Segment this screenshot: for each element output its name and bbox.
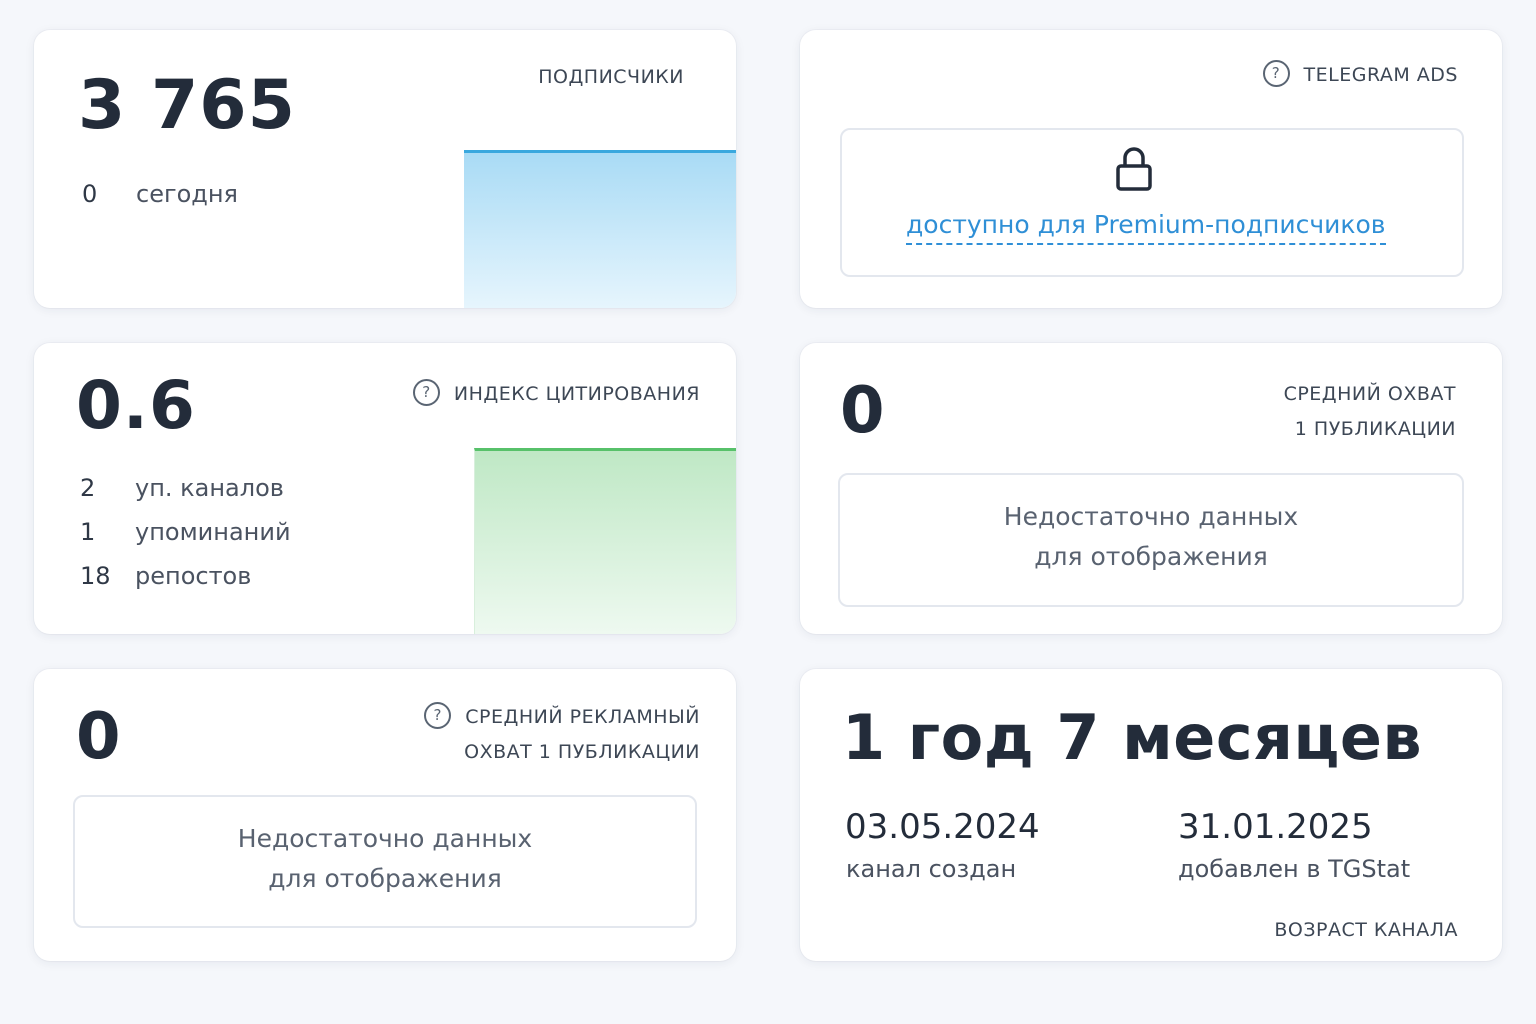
avg-reach-caption: СРЕДНИЙ ОХВАТ 1 ПУБЛИКАЦИИ [1284,377,1456,447]
subscribers-chart [464,150,736,308]
lock-icon [1116,147,1152,191]
citation-caption: ? ИНДЕКС ЦИТИРОВАНИЯ [412,377,700,412]
telegram-ads-caption: ? TELEGRAM ADS [1262,58,1458,93]
citation-value: 0.6 [76,367,196,444]
no-data-text: Недостаточно данных [237,824,533,853]
subscribers-card[interactable]: 3 765 ПОДПИСЧИКИ 0 сегодня [34,30,736,308]
subscribers-count: 3 765 [78,66,296,145]
subscribers-caption: ПОДПИСЧИКИ [538,66,684,88]
premium-link[interactable]: доступно для Premium-подписчиков [906,210,1386,245]
telegram-ads-label: TELEGRAM ADS [1303,64,1458,86]
no-data-text: для отображения [268,864,502,893]
today-label: сегодня [136,180,238,208]
added-label: добавлен в TGStat [1178,855,1411,883]
stat-value: 18 [80,562,111,590]
help-icon[interactable]: ? [1262,60,1290,87]
no-data-text: для отображения [1034,542,1268,571]
created-date: 03.05.2024 [845,807,1040,847]
no-data-box: Недостаточно данных для отображения [73,795,697,928]
avg-ad-reach-caption: ? СРЕДНИЙ РЕКЛАМНЫЙ ОХВАТ 1 ПУБЛИКАЦИИ [424,700,700,770]
caption-line: 1 ПУБЛИКАЦИИ [1294,418,1456,440]
stat-label: упоминаний [135,518,291,546]
stat-value: 1 [80,518,96,546]
channel-age-caption: ВОЗРАСТ КАНАЛА [1274,919,1458,941]
avg-ad-reach-value: 0 [76,700,122,774]
no-data-box: Недостаточно данных для отображения [838,473,1464,607]
channel-age-card[interactable]: 1 год 7 месяцев 03.05.2024 канал создан … [800,669,1502,961]
citation-card[interactable]: 0.6 ? ИНДЕКС ЦИТИРОВАНИЯ 2 уп. каналов 1 уп… [34,343,736,634]
avg-reach-card[interactable]: 0 СРЕДНИЙ ОХВАТ 1 ПУБЛИКАЦИИ Недостаточн… [800,343,1502,634]
citation-stat-channels: 2 уп. каналов [80,474,284,502]
premium-lock-box: доступно для Premium-подписчиков [840,128,1464,277]
citation-label: ИНДЕКС ЦИТИРОВАНИЯ [453,383,700,405]
channel-age-value: 1 год 7 месяцев [842,701,1423,774]
stat-value: 2 [80,474,96,502]
avg-reach-value: 0 [840,374,886,448]
stat-label: уп. каналов [135,474,284,502]
caption-line: ОХВАТ 1 ПУБЛИКАЦИИ [464,741,700,763]
added-date: 31.01.2025 [1178,807,1373,847]
citation-chart [474,448,736,634]
help-icon[interactable]: ? [424,702,452,729]
help-icon[interactable]: ? [412,379,440,406]
today-value: 0 [82,180,98,208]
caption-line: СРЕДНИЙ РЕКЛАМНЫЙ [465,706,700,728]
subscribers-today: 0 сегодня [82,180,238,208]
telegram-ads-card[interactable]: ? TELEGRAM ADS доступно для Premium-подпи… [800,30,1502,308]
stat-label: репостов [135,562,252,590]
citation-stat-reposts: 18 репостов [80,562,251,590]
avg-ad-reach-card[interactable]: 0 ? СРЕДНИЙ РЕКЛАМНЫЙ ОХВАТ 1 ПУБЛИКАЦИИ … [34,669,736,961]
created-label: канал создан [846,855,1017,883]
caption-line: СРЕДНИЙ ОХВАТ [1283,383,1456,405]
citation-stat-mentions: 1 упоминаний [80,518,291,546]
no-data-text: Недостаточно данных [1003,502,1299,531]
